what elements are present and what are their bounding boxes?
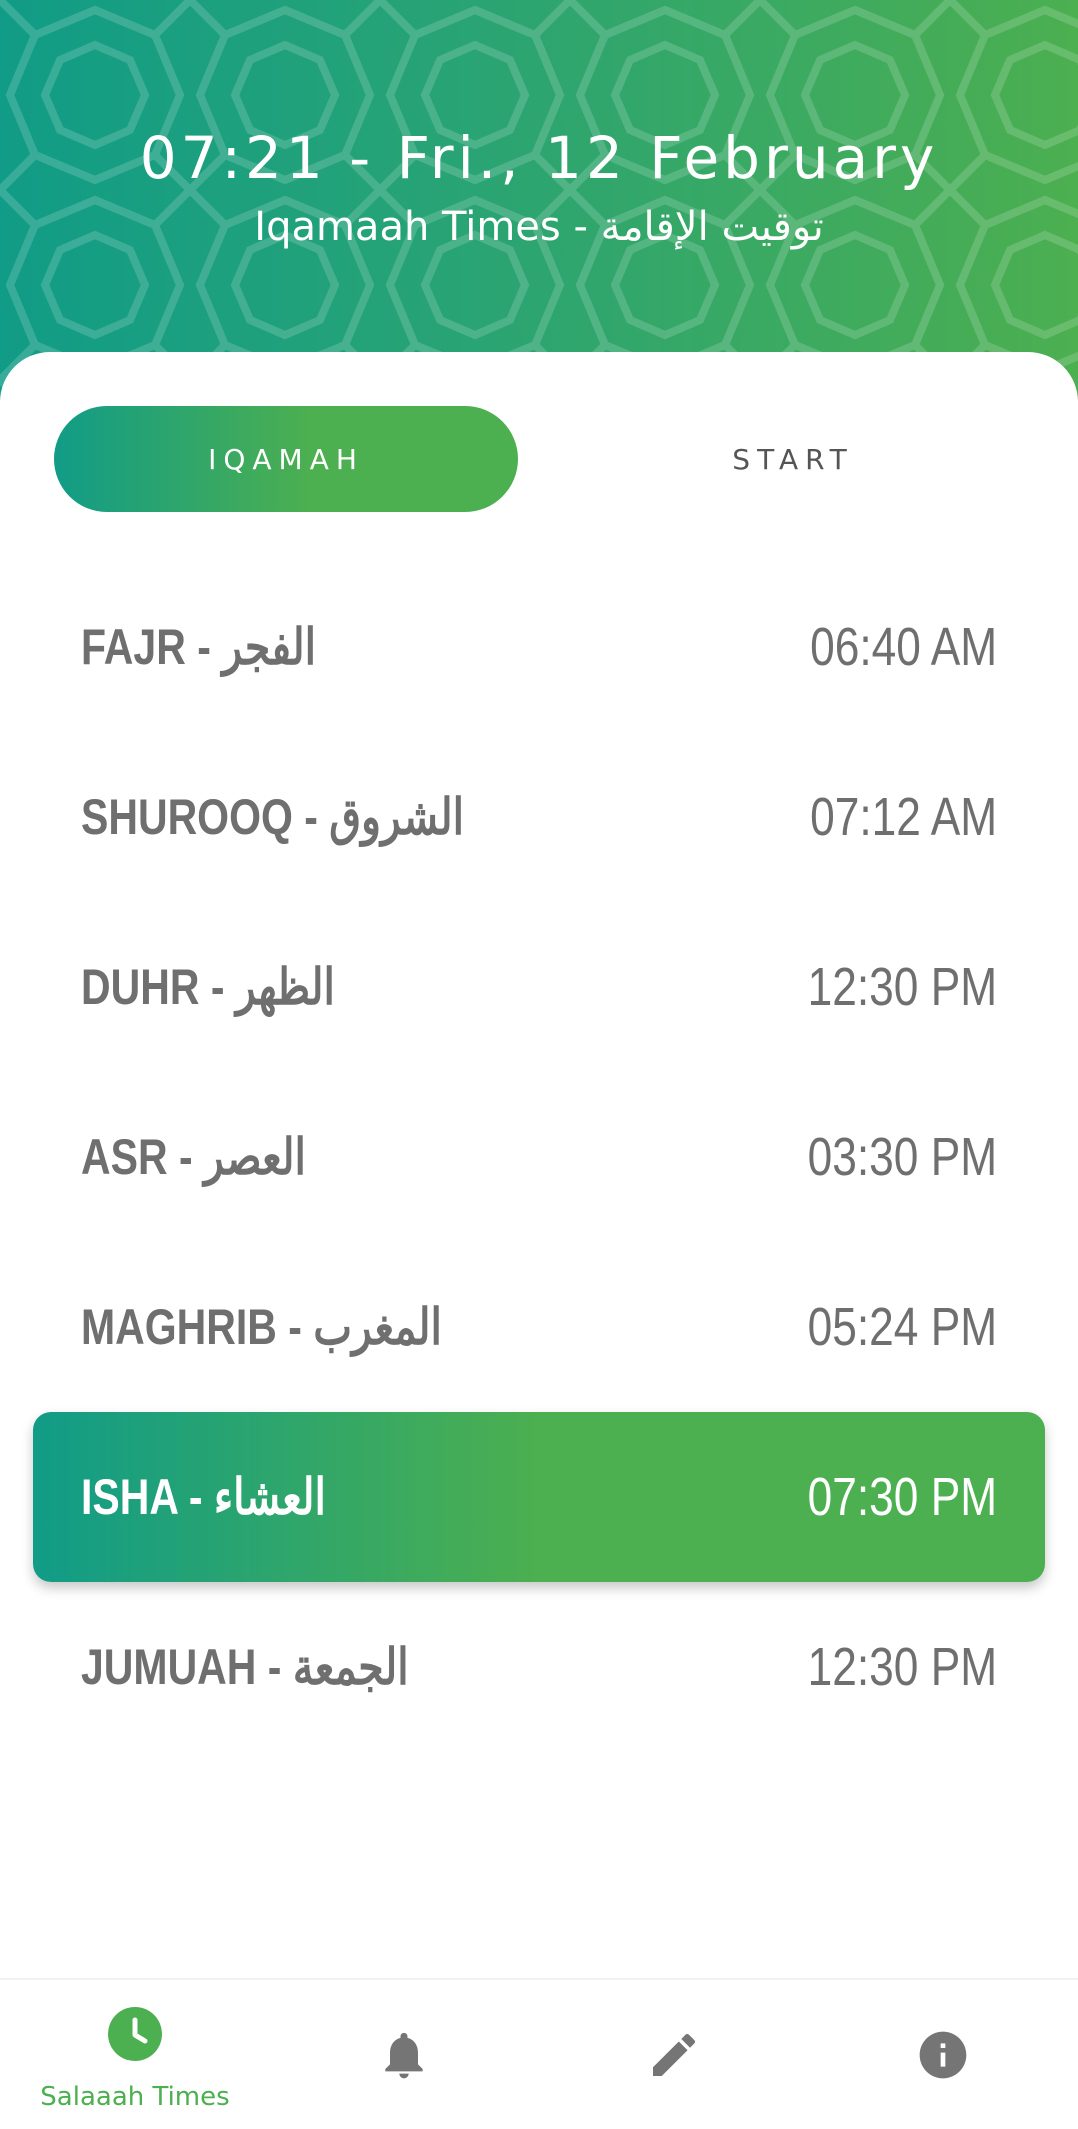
nav-salaah-times[interactable]: Salaaah Times [0, 1980, 270, 2129]
header-banner: 07:21 - Fri., 12 February Iqamaah Times … [0, 0, 1078, 400]
prayer-name: ISHA - العشاء [81, 1469, 326, 1525]
nav-notifications[interactable] [269, 1980, 539, 2129]
tab-start[interactable]: START [561, 406, 1025, 512]
prayer-row-asr: ASR - العصر 03:30 PM [33, 1072, 1045, 1242]
prayer-row-fajr: FAJR - الفجر 06:40 AM [33, 562, 1045, 732]
nav-info[interactable] [808, 1980, 1078, 2129]
nav-label: Salaaah Times [40, 2082, 230, 2112]
prayer-time: 12:30 PM [807, 1637, 997, 1697]
prayer-row-isha-current: ISHA - العشاء 07:30 PM [33, 1412, 1045, 1582]
prayer-name: FAJR - الفجر [81, 619, 316, 675]
prayer-name: JUMUAH - الجمعة [81, 1639, 409, 1695]
current-datetime: 07:21 - Fri., 12 February [139, 124, 939, 192]
app-screen: 07:21 - Fri., 12 February Iqamaah Times … [0, 0, 1078, 2129]
prayer-name: MAGHRIB - المغرب [81, 1299, 442, 1355]
prayer-time: 07:12 AM [809, 787, 997, 847]
prayer-time: 05:24 PM [807, 1297, 997, 1357]
prayer-times-card: IQAMAH START FAJR - الفجر 06:40 AM SHURO… [0, 352, 1078, 1978]
prayer-time: 06:40 AM [809, 617, 997, 677]
prayer-row-maghrib: MAGHRIB - المغرب 05:24 PM [33, 1242, 1045, 1412]
prayer-name: SHUROOQ - الشروق [81, 789, 464, 845]
nav-edit[interactable] [539, 1980, 809, 2129]
page-subtitle: Iqamaah Times - توقيت الإقامة [254, 204, 824, 250]
prayer-row-shurooq: SHUROOQ - الشروق 07:12 AM [33, 732, 1045, 902]
prayer-name: DUHR - الظهر [81, 959, 335, 1015]
prayer-row-jumuah: JUMUAH - الجمعة 12:30 PM [33, 1582, 1045, 1752]
bottom-navigation: Salaaah Times [0, 1978, 1078, 2129]
bell-icon [385, 2032, 423, 2079]
prayer-row-duhr: DUHR - الظهر 12:30 PM [33, 902, 1045, 1072]
times-toggle: IQAMAH START [54, 406, 1054, 512]
clock-icon [108, 2007, 162, 2061]
pencil-icon [653, 2033, 696, 2076]
prayer-time: 07:30 PM [807, 1467, 997, 1527]
tab-iqamah[interactable]: IQAMAH [54, 406, 518, 512]
prayer-name: ASR - العصر [81, 1129, 306, 1185]
info-icon [919, 2031, 967, 2079]
prayer-time: 12:30 PM [807, 957, 997, 1017]
prayer-time: 03:30 PM [807, 1127, 997, 1187]
